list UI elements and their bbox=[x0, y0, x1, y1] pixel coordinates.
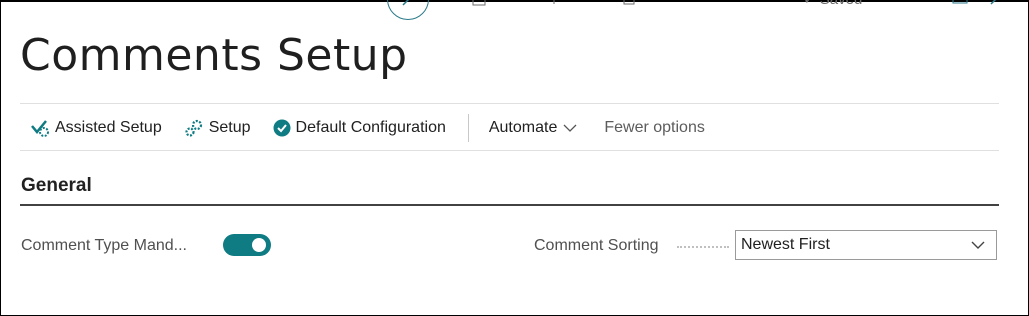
divider bbox=[20, 150, 999, 151]
bookmark-icon[interactable] bbox=[915, 0, 931, 9]
share-icon[interactable] bbox=[472, 0, 486, 9]
divider bbox=[20, 103, 999, 104]
add-icon[interactable] bbox=[552, 0, 556, 9]
comment-type-mandatory-toggle[interactable] bbox=[223, 234, 271, 256]
page-title: Comments Setup bbox=[20, 30, 408, 81]
comment-sorting-value: Newest First bbox=[741, 236, 830, 253]
saved-label: Saved bbox=[820, 0, 863, 8]
saved-status: ✓ Saved bbox=[803, 0, 862, 8]
check-circle-icon bbox=[273, 119, 291, 137]
general-section-heading[interactable]: General bbox=[21, 175, 92, 197]
setup-label: Setup bbox=[208, 119, 251, 136]
default-configuration-label: Default Configuration bbox=[295, 119, 446, 136]
assisted-setup-icon bbox=[31, 120, 49, 137]
setup-icon bbox=[185, 119, 202, 137]
collapse-icon[interactable] bbox=[989, 0, 1003, 9]
fewer-options-label: Fewer options bbox=[604, 119, 705, 136]
automate-label: Automate bbox=[488, 119, 558, 136]
field-leader-dots bbox=[677, 246, 729, 248]
open-new-window-icon[interactable] bbox=[952, 0, 968, 9]
comment-type-mandatory-label: Comment Type Mand... bbox=[21, 237, 187, 254]
comment-sorting-label: Comment Sorting bbox=[534, 237, 659, 254]
section-underline bbox=[20, 204, 999, 206]
action-separator bbox=[467, 114, 469, 142]
edit-icon[interactable] bbox=[387, 0, 429, 20]
chevron-down-icon bbox=[563, 124, 577, 132]
chevron-down-icon bbox=[971, 241, 985, 249]
toggle-knob bbox=[252, 238, 266, 252]
setup-button[interactable]: Setup bbox=[184, 118, 251, 138]
action-bar: Assisted Setup Setup Default Configurati… bbox=[30, 114, 727, 142]
default-configuration-button[interactable]: Default Configuration bbox=[273, 119, 446, 137]
automate-menu-button[interactable]: Automate bbox=[489, 119, 582, 137]
delete-icon[interactable] bbox=[622, 0, 636, 9]
assisted-setup-button[interactable]: Assisted Setup bbox=[30, 118, 162, 138]
comment-sorting-select[interactable]: Newest First bbox=[735, 230, 997, 260]
assisted-setup-label: Assisted Setup bbox=[55, 119, 162, 136]
fewer-options-button[interactable]: Fewer options bbox=[604, 119, 705, 137]
